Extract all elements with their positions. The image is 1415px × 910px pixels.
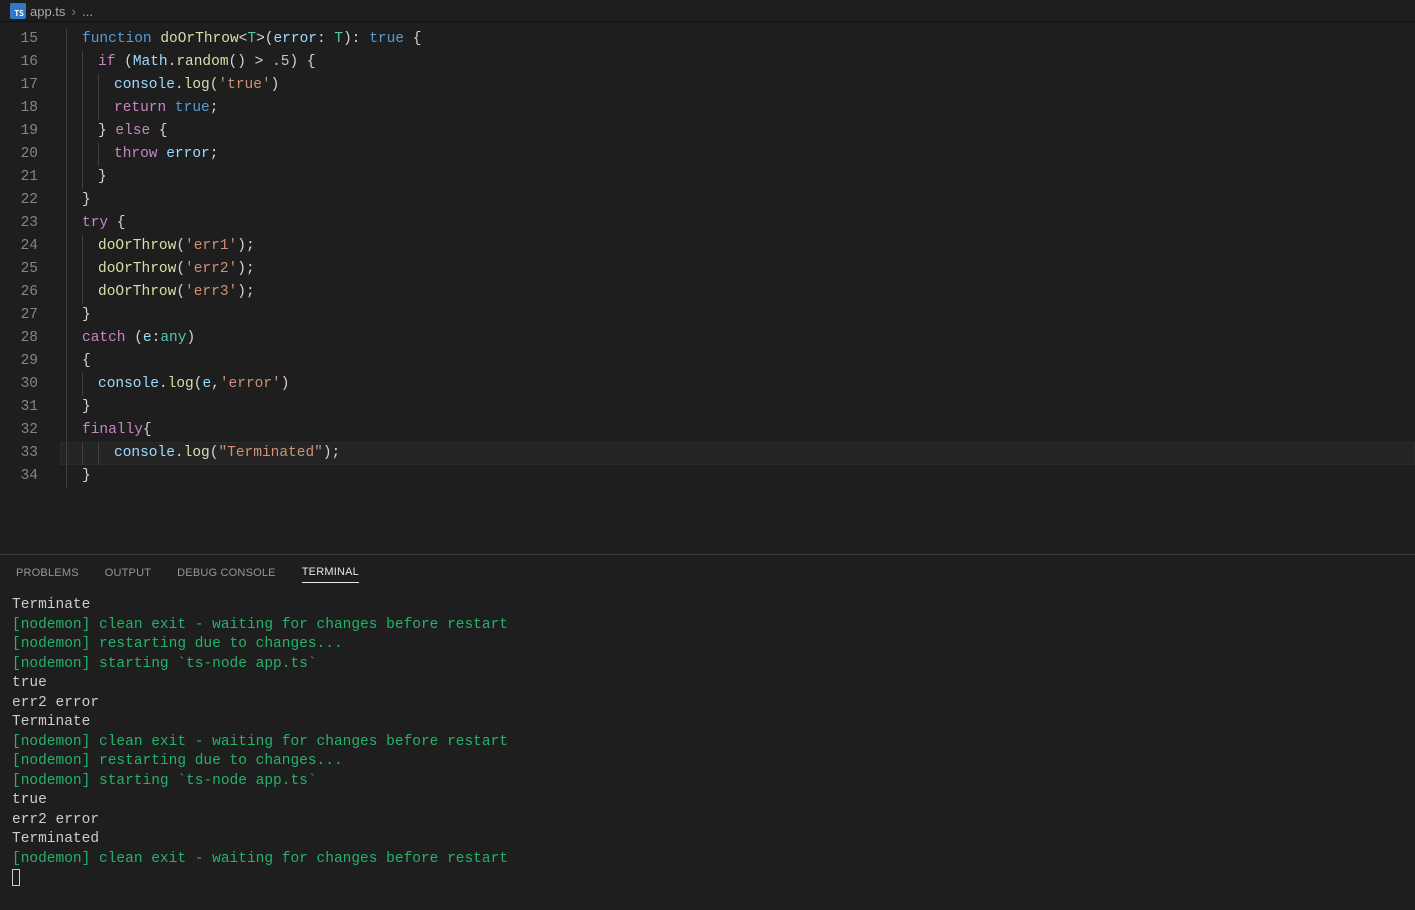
code-line[interactable]: } (60, 189, 1415, 212)
code-line[interactable]: try { (60, 212, 1415, 235)
line-number: 30 (0, 373, 38, 396)
code-area[interactable]: function doOrThrow<T>(error: T): true {i… (60, 28, 1415, 554)
code-line[interactable]: function doOrThrow<T>(error: T): true { (60, 28, 1415, 51)
line-number: 18 (0, 97, 38, 120)
code-line[interactable]: doOrThrow('err2'); (60, 258, 1415, 281)
typescript-file-icon: TS (10, 3, 26, 19)
breadcrumb[interactable]: TS app.ts › ... (0, 0, 1415, 22)
line-number: 16 (0, 51, 38, 74)
bottom-panel: PROBLEMS OUTPUT DEBUG CONSOLE TERMINAL Term… (0, 554, 1415, 910)
line-number: 31 (0, 396, 38, 419)
terminal-line: [nodemon] starting `ts-node app.ts` (12, 655, 1403, 675)
terminal-line: true (12, 674, 1403, 694)
code-line[interactable]: doOrThrow('err1'); (60, 235, 1415, 258)
terminal-line: Terminate (12, 713, 1403, 733)
code-line[interactable]: console.log("Terminated"); (60, 442, 1415, 465)
terminal-line: [nodemon] clean exit - waiting for chang… (12, 616, 1403, 636)
code-line[interactable]: return true; (60, 97, 1415, 120)
terminal-line: Terminated (12, 830, 1403, 850)
code-line[interactable]: } (60, 465, 1415, 488)
terminal-line: [nodemon] restarting due to changes... (12, 635, 1403, 655)
line-number: 28 (0, 327, 38, 350)
line-number: 15 (0, 28, 38, 51)
terminal-cursor (12, 869, 20, 886)
line-number: 23 (0, 212, 38, 235)
code-line[interactable]: } else { (60, 120, 1415, 143)
line-number: 25 (0, 258, 38, 281)
code-line[interactable]: } (60, 304, 1415, 327)
chevron-right-icon: › (69, 3, 78, 19)
line-number: 27 (0, 304, 38, 327)
code-line[interactable]: } (60, 396, 1415, 419)
panel-tab-output[interactable]: OUTPUT (105, 563, 151, 583)
terminal-line: [nodemon] clean exit - waiting for chang… (12, 733, 1403, 753)
panel-tab-debug-console[interactable]: DEBUG CONSOLE (177, 563, 276, 583)
terminal-line: Terminate (12, 596, 1403, 616)
code-line[interactable]: } (60, 166, 1415, 189)
terminal-line: true (12, 791, 1403, 811)
code-line[interactable]: throw error; (60, 143, 1415, 166)
code-line[interactable]: console.log(e,'error') (60, 373, 1415, 396)
breadcrumb-more[interactable]: ... (82, 4, 93, 19)
code-line[interactable]: finally{ (60, 419, 1415, 442)
code-line[interactable]: doOrThrow('err3'); (60, 281, 1415, 304)
line-number: 33 (0, 442, 38, 465)
breadcrumb-file-name[interactable]: app.ts (30, 4, 65, 19)
line-number: 17 (0, 74, 38, 97)
panel-tab-terminal[interactable]: TERMINAL (302, 562, 359, 583)
line-number: 24 (0, 235, 38, 258)
code-line[interactable]: catch (e:any) (60, 327, 1415, 350)
terminal-line: [nodemon] starting `ts-node app.ts` (12, 772, 1403, 792)
panel-tab-problems[interactable]: PROBLEMS (16, 563, 79, 583)
code-editor[interactable]: 1516171819202122232425262728293031323334… (0, 22, 1415, 554)
terminal-line: err2 error (12, 811, 1403, 831)
line-number: 21 (0, 166, 38, 189)
line-number: 26 (0, 281, 38, 304)
terminal-line: [nodemon] clean exit - waiting for chang… (12, 850, 1403, 870)
code-line[interactable]: if (Math.random() > .5) { (60, 51, 1415, 74)
terminal-output[interactable]: Terminate[nodemon] clean exit - waiting … (0, 590, 1415, 910)
line-number-gutter: 1516171819202122232425262728293031323334 (0, 28, 60, 554)
line-number: 19 (0, 120, 38, 143)
line-number: 20 (0, 143, 38, 166)
line-number: 34 (0, 465, 38, 488)
line-number: 22 (0, 189, 38, 212)
terminal-line: [nodemon] restarting due to changes... (12, 752, 1403, 772)
line-number: 29 (0, 350, 38, 373)
terminal-line: err2 error (12, 694, 1403, 714)
code-line[interactable]: console.log('true') (60, 74, 1415, 97)
panel-tabs: PROBLEMS OUTPUT DEBUG CONSOLE TERMINAL (0, 555, 1415, 590)
line-number: 32 (0, 419, 38, 442)
code-line[interactable]: { (60, 350, 1415, 373)
